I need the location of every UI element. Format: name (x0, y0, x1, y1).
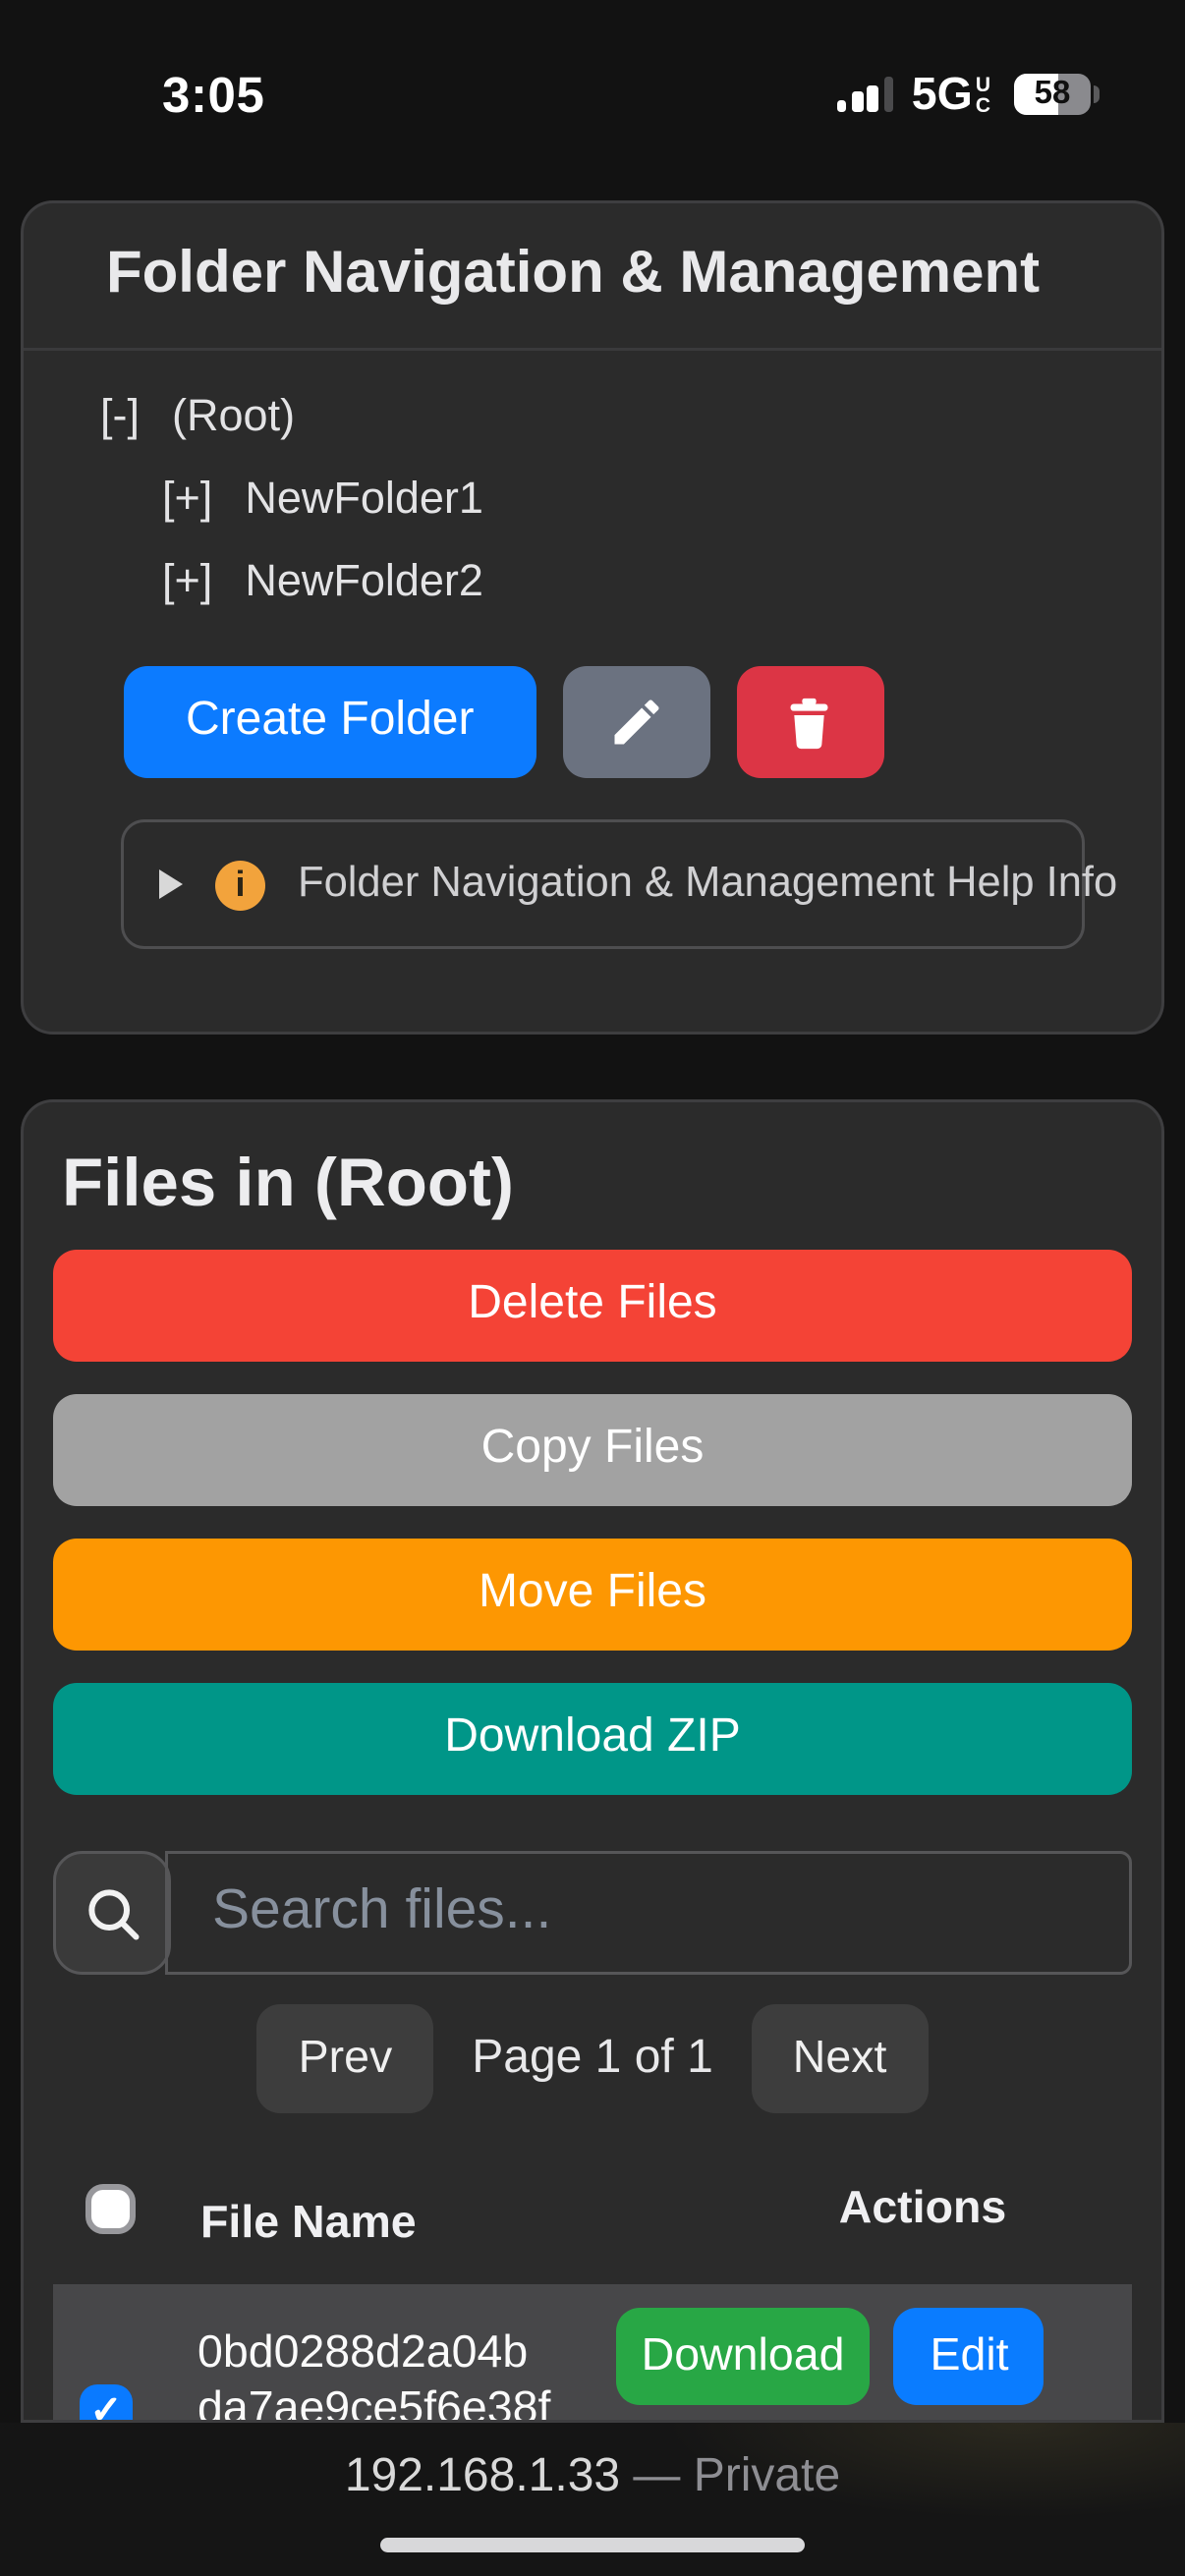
search-input[interactable] (165, 1851, 1132, 1975)
pencil-icon (606, 693, 665, 752)
status-bar: 3:05 5G U C 58 (0, 0, 1185, 174)
edit-button[interactable]: Edit (894, 2308, 1044, 2405)
address-bar[interactable]: 192.168.1.33 — Private (0, 2423, 1185, 2505)
iphone-screen: 3:05 5G U C 58 Folder Navi (0, 0, 1185, 2576)
trash-icon (782, 692, 838, 754)
signal-strength-icon (836, 77, 894, 112)
expand-toggle[interactable]: [+] (162, 474, 212, 524)
tree-item-newfolder1[interactable]: [+] NewFolder1 (80, 457, 1126, 539)
tree-item-root[interactable]: [-] (Root) (80, 374, 1126, 457)
file-name-cell: 0bd0288d2a04b da7ae9ce5f6e38f (198, 2325, 615, 2423)
home-indicator[interactable] (380, 2538, 805, 2552)
tree-item-label[interactable]: NewFolder2 (245, 556, 483, 606)
cellular-network-label: 5G U C (912, 73, 990, 117)
tree-item-newfolder2[interactable]: [+] NewFolder2 (80, 539, 1126, 622)
row-checkbox[interactable]: ✓ (80, 2384, 133, 2423)
page-info: Page 1 of 1 (472, 2033, 713, 2086)
row-actions: Download Edit (615, 2308, 1120, 2423)
expand-toggle[interactable]: [+] (162, 556, 212, 606)
file-name-column-header: File Name (200, 2199, 417, 2252)
collapse-toggle[interactable]: [-] (100, 391, 140, 441)
delete-files-button[interactable]: Delete Files (53, 1250, 1132, 1362)
prev-page-button[interactable]: Prev (257, 2004, 434, 2113)
table-header: File Name Actions (53, 2175, 1132, 2264)
delete-folder-button[interactable] (736, 666, 883, 778)
tree-item-label[interactable]: NewFolder1 (245, 474, 483, 524)
download-zip-button[interactable]: Download ZIP (53, 1683, 1132, 1795)
info-icon: i (215, 860, 265, 910)
tree-item-label[interactable]: (Root) (172, 391, 295, 441)
card-title: Folder Navigation & Management (24, 203, 1161, 351)
files-card: Files in (Root) Delete Files Copy Files … (21, 1099, 1164, 2423)
actions-column-header: Actions (672, 2184, 1164, 2237)
help-info-disclosure[interactable]: i Folder Navigation & Management Help In… (121, 819, 1085, 949)
url-text: 192.168.1.33 (345, 2452, 620, 2502)
rename-folder-button[interactable] (562, 666, 709, 778)
private-label: — Private (620, 2452, 840, 2502)
download-button[interactable]: Download (615, 2308, 872, 2405)
copy-files-button[interactable]: Copy Files (53, 1394, 1132, 1506)
folder-tree: [-] (Root) [+] NewFolder1 [+] NewFolder2 (80, 374, 1126, 622)
search-button[interactable] (53, 1851, 171, 1975)
battery-percent: 58 (1014, 75, 1091, 115)
folder-navigation-card: Folder Navigation & Management [-] (Root… (21, 200, 1164, 1035)
battery-icon: 58 (1014, 75, 1091, 115)
next-page-button[interactable]: Next (752, 2004, 929, 2113)
status-icons: 5G U C 58 (836, 71, 1091, 118)
table-row: ✓ 0bd0288d2a04b da7ae9ce5f6e38f Download… (53, 2284, 1132, 2423)
disclosure-triangle-icon (159, 869, 183, 899)
move-files-button[interactable]: Move Files (53, 1539, 1132, 1651)
browser-toolbar[interactable]: 192.168.1.33 — Private (0, 2423, 1185, 2576)
files-card-title: Files in (Root) (62, 1144, 1132, 1223)
search-icon (79, 1879, 146, 1947)
clock: 3:05 (162, 68, 264, 127)
select-all-checkbox[interactable] (85, 2184, 136, 2234)
help-summary-label: Folder Navigation & Management Help Info (298, 861, 1117, 908)
create-folder-button[interactable]: Create Folder (124, 666, 536, 778)
